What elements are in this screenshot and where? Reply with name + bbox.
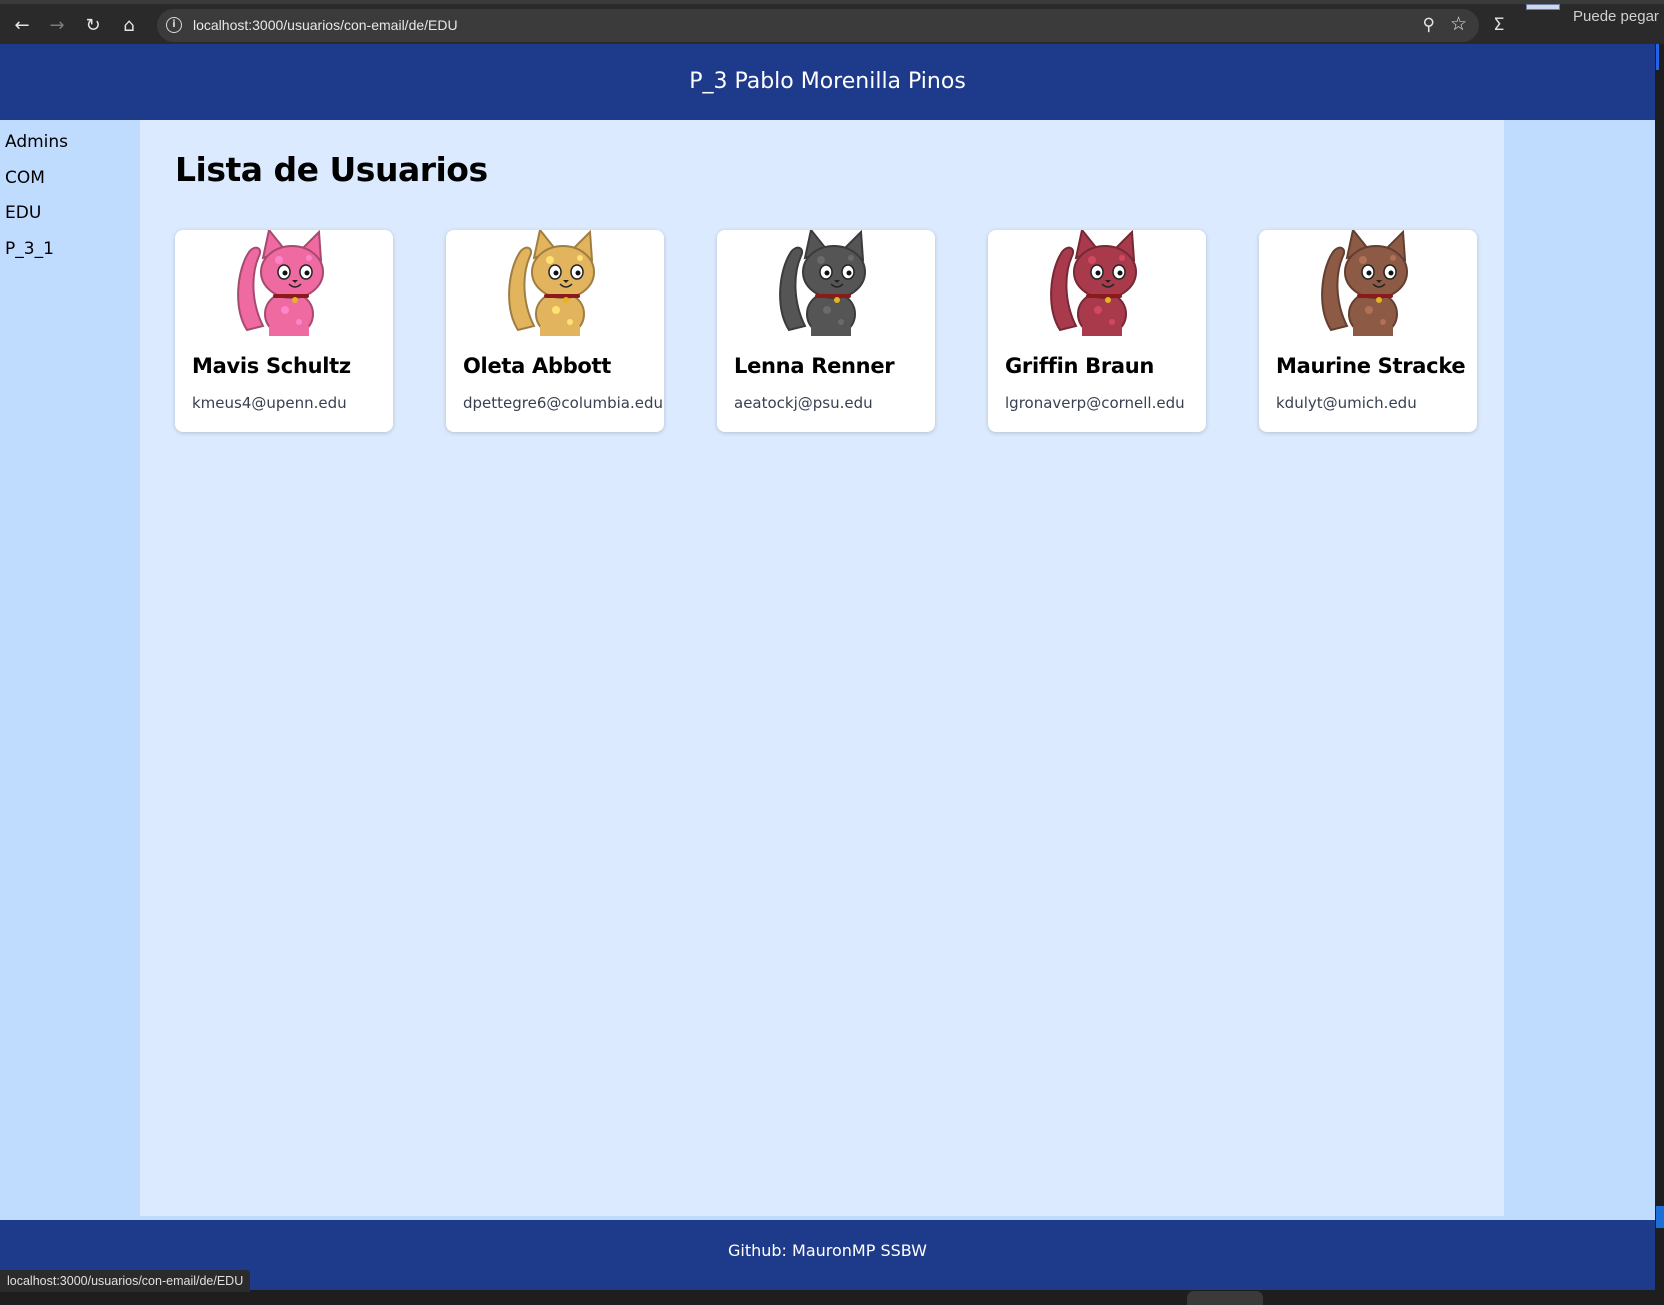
cat-avatar-icon: [1321, 230, 1408, 336]
user-name: Maurine Stracke: [1276, 354, 1466, 378]
peek-text: Puede pegar l: [1573, 8, 1664, 25]
side-panel-peek: Puede pegar l: [1513, 4, 1664, 48]
home-icon[interactable]: ⌂: [117, 14, 141, 38]
cat-avatar-icon: [508, 230, 595, 336]
thumbnail-icon: [1526, 4, 1560, 10]
address-bar[interactable]: i localhost:3000/usuarios/con-email/de/E…: [157, 9, 1479, 42]
user-card[interactable]: Oleta Abbott dpettegre6@columbia.edu: [446, 230, 664, 432]
sidebar: Admins COM EDU P_3_1: [0, 120, 140, 1216]
page-header: P_3 Pablo Morenilla Pinos: [0, 44, 1655, 120]
footer-text[interactable]: Github: MauronMP SSBW: [728, 1241, 927, 1260]
user-card-list: Mavis Schultz kmeus4@upenn.edu Oleta Abb…: [175, 230, 1477, 432]
forward-icon[interactable]: →: [45, 14, 69, 38]
browser-toolbar: ← → ↻ ⌂ i localhost:3000/usuarios/con-em…: [0, 0, 1664, 48]
user-email: lgronaverp@cornell.edu: [1005, 394, 1185, 412]
header-title: P_3 Pablo Morenilla Pinos: [689, 69, 966, 94]
user-name: Griffin Braun: [1005, 354, 1155, 378]
user-name: Lenna Renner: [734, 354, 895, 378]
user-card[interactable]: Lenna Renner aeatockj@psu.edu: [717, 230, 935, 432]
sidebar-item-p31[interactable]: P_3_1: [0, 233, 140, 269]
user-card[interactable]: Maurine Stracke kdulyt@umich.edu: [1259, 230, 1477, 432]
cat-avatar-icon: [1050, 230, 1137, 336]
user-email: kmeus4@upenn.edu: [192, 394, 347, 412]
main-content: Lista de Usuarios Mavis Schultz kmeus4@u…: [140, 120, 1504, 1216]
zoom-icon[interactable]: ⚲: [1423, 15, 1435, 35]
edge-accent-bottom: [1656, 1206, 1664, 1228]
site-info-icon[interactable]: i: [166, 17, 182, 33]
user-email: aeatockj@psu.edu: [734, 394, 873, 412]
user-name: Mavis Schultz: [192, 354, 351, 378]
back-icon[interactable]: ←: [10, 14, 34, 38]
user-card[interactable]: Mavis Schultz kmeus4@upenn.edu: [175, 230, 393, 432]
status-url: localhost:3000/usuarios/con-email/de/EDU: [0, 1270, 251, 1292]
user-card[interactable]: Griffin Braun lgronaverp@cornell.edu: [988, 230, 1206, 432]
reload-icon[interactable]: ↻: [81, 14, 105, 38]
sidebar-item-admins[interactable]: Admins: [0, 126, 140, 162]
cat-avatar-icon: [779, 230, 866, 336]
user-name: Oleta Abbott: [463, 354, 612, 378]
sidebar-item-com[interactable]: COM: [0, 162, 140, 198]
page-title: Lista de Usuarios: [175, 150, 488, 189]
cat-avatar-icon: [237, 230, 324, 336]
user-email: kdulyt@umich.edu: [1276, 394, 1417, 412]
sidebar-item-edu[interactable]: EDU: [0, 197, 140, 233]
extension-icon[interactable]: Σ: [1494, 15, 1504, 35]
address-url[interactable]: localhost:3000/usuarios/con-email/de/EDU: [193, 17, 458, 33]
right-edge-strip: [1655, 44, 1664, 1303]
edge-accent: [1656, 44, 1659, 70]
page: P_3 Pablo Morenilla Pinos Admins COM EDU…: [0, 44, 1655, 1305]
bookmark-star-icon[interactable]: ☆: [1450, 13, 1467, 35]
user-email: dpettegre6@columbia.edu: [463, 394, 664, 412]
